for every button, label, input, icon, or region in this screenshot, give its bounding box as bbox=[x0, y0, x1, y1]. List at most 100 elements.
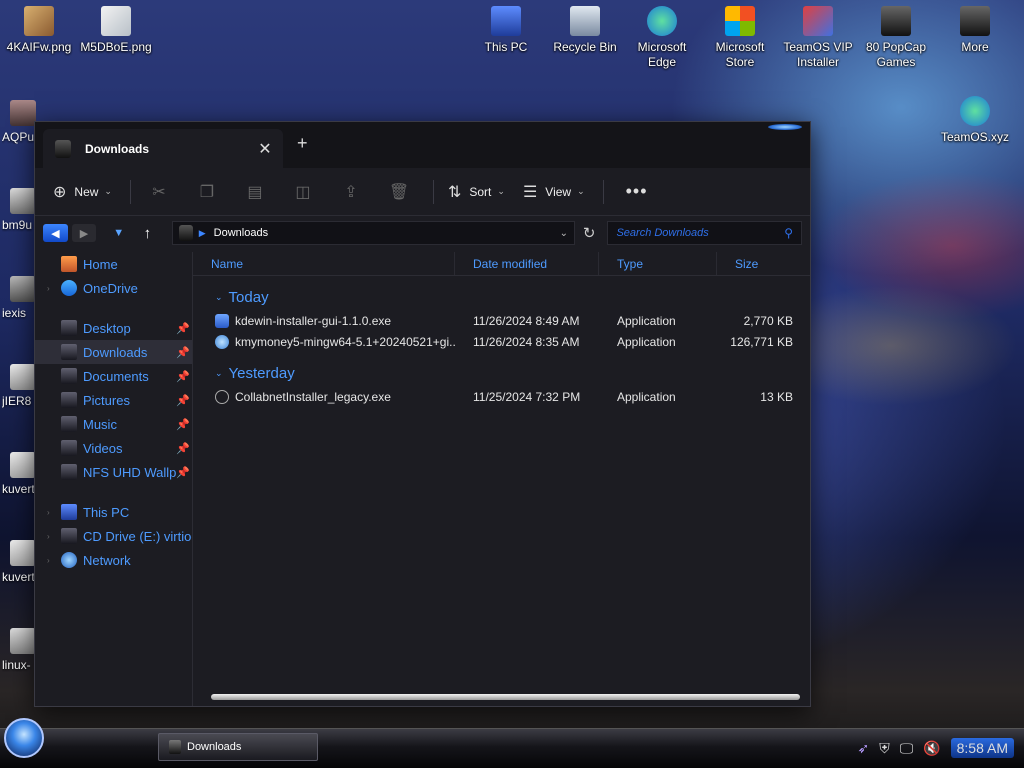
desktop-icon-label: 80 PopCap Games bbox=[865, 40, 927, 69]
kmymoney-app-icon bbox=[215, 334, 229, 349]
up-button[interactable]: ↑ bbox=[135, 224, 160, 242]
sidebar-item-music[interactable]: Music 📌 bbox=[35, 412, 192, 436]
chevron-down-icon[interactable]: ⌄ bbox=[560, 228, 568, 239]
edge-icon bbox=[960, 96, 990, 126]
desktop-icon-4kaifw[interactable]: 4KAIFw.png bbox=[0, 6, 78, 55]
desktop-icon-store[interactable]: Microsoft Store bbox=[701, 6, 779, 70]
image-file-icon bbox=[10, 188, 36, 214]
group-header-yesterday[interactable]: ⌄ Yesterday bbox=[193, 360, 810, 386]
new-button-label: New bbox=[74, 184, 99, 199]
sort-button[interactable]: ⇅ Sort ⌄ bbox=[448, 182, 505, 202]
downloads-folder-icon bbox=[61, 344, 77, 360]
file-row[interactable]: CollabnetInstaller_legacy.exe 11/25/2024… bbox=[193, 386, 810, 407]
sidebar-item-desktop[interactable]: Desktop 📌 bbox=[35, 316, 192, 340]
sort-button-label: Sort bbox=[469, 184, 492, 199]
address-bar[interactable]: ▶ Downloads ⌄ bbox=[171, 221, 575, 245]
videos-folder-icon bbox=[61, 440, 77, 456]
pin-icon: 📌 bbox=[176, 346, 190, 359]
desktop-icon-teamos-installer[interactable]: TeamOS VIP Installer bbox=[779, 6, 857, 70]
desktop-icon-more[interactable]: More bbox=[936, 6, 1014, 55]
sidebar-item-onedrive[interactable]: › OneDrive bbox=[35, 276, 192, 300]
security-icon[interactable]: ⛨ bbox=[879, 740, 890, 757]
refresh-button[interactable]: ↻ bbox=[575, 224, 603, 242]
view-button[interactable]: ☰ View ⌄ bbox=[523, 182, 585, 202]
image-file-icon bbox=[10, 452, 36, 478]
edge-icon bbox=[647, 6, 677, 36]
desktop-icon-recycle-bin[interactable]: Recycle Bin bbox=[546, 6, 624, 55]
desktop-icon-edge[interactable]: Microsoft Edge bbox=[623, 6, 701, 70]
sidebar-item-cd-drive[interactable]: › CD Drive (E:) virtio- bbox=[35, 524, 192, 548]
clock[interactable]: 8:58 AM bbox=[950, 738, 1014, 758]
start-button[interactable] bbox=[4, 718, 48, 766]
file-row[interactable]: kmymoney5-mingw64-5.1+20240521+gi... 11/… bbox=[193, 331, 810, 352]
arrow-left-icon: ◀ bbox=[51, 227, 60, 240]
file-date: 11/25/2024 7:32 PM bbox=[473, 389, 581, 404]
chevron-right-icon[interactable]: › bbox=[47, 556, 50, 565]
chevron-right-icon[interactable]: › bbox=[47, 508, 50, 517]
tab-downloads[interactable]: Downloads ✕ bbox=[43, 129, 283, 168]
file-icon bbox=[10, 628, 36, 654]
new-tab-button[interactable]: + bbox=[297, 133, 308, 154]
sidebar-item-documents[interactable]: Documents 📌 bbox=[35, 364, 192, 388]
onedrive-icon bbox=[61, 280, 77, 296]
recent-locations-button[interactable]: ▼ bbox=[106, 224, 131, 242]
file-name: kmymoney5-mingw64-5.1+20240521+gi... bbox=[235, 334, 455, 349]
desktop-icon-label: TeamOS.xyz bbox=[940, 130, 1009, 144]
sidebar-item-label: Home bbox=[83, 256, 118, 272]
column-headers: Name Date modified Type Size bbox=[193, 252, 810, 276]
games-icon bbox=[881, 6, 911, 36]
copy-button[interactable]: ❐ bbox=[193, 178, 221, 206]
close-tab-button[interactable]: ✕ bbox=[253, 139, 277, 159]
file-type: Application bbox=[617, 389, 676, 404]
more-options-button[interactable]: ••• bbox=[626, 181, 648, 202]
paste-button[interactable]: ▤ bbox=[241, 178, 269, 206]
image-file-icon bbox=[101, 6, 131, 36]
sidebar-item-pictures[interactable]: Pictures 📌 bbox=[35, 388, 192, 412]
music-folder-icon bbox=[61, 416, 77, 432]
file-row[interactable]: kdewin-installer-gui-1.1.0.exe 11/26/202… bbox=[193, 310, 810, 331]
delete-button[interactable]: 🗑 bbox=[385, 178, 413, 206]
column-header-size[interactable]: Size bbox=[717, 252, 793, 275]
column-header-date[interactable]: Date modified bbox=[455, 252, 599, 275]
search-box[interactable]: ⚲ bbox=[607, 221, 803, 245]
volume-muted-icon[interactable]: 🔇 bbox=[923, 740, 940, 757]
file-explorer-window: Downloads ✕ + ⊕ New ⌄ ✂ ❐ ▤ ◫ ⇪ 🗑 ⇅ Sort… bbox=[34, 121, 811, 707]
back-button[interactable]: ◀ bbox=[43, 224, 68, 242]
sidebar-item-this-pc[interactable]: › This PC bbox=[35, 500, 192, 524]
file-type: Application bbox=[617, 334, 676, 349]
column-header-type[interactable]: Type bbox=[599, 252, 717, 275]
view-button-label: View bbox=[545, 184, 572, 199]
forward-button[interactable]: ▶ bbox=[71, 224, 97, 242]
new-button[interactable]: ⊕ New ⌄ bbox=[53, 182, 112, 202]
sidebar-item-nfs-wallpapers[interactable]: NFS UHD Wallp 📌 bbox=[35, 460, 192, 484]
desktop-icon-m5dboe[interactable]: M5DBoE.png bbox=[77, 6, 155, 55]
desktop-icon-popcap[interactable]: 80 PopCap Games bbox=[857, 6, 935, 70]
sidebar-item-videos[interactable]: Videos 📌 bbox=[35, 436, 192, 460]
plus-circle-icon: ⊕ bbox=[53, 183, 67, 201]
sidebar-item-home[interactable]: Home bbox=[35, 252, 192, 276]
search-input[interactable] bbox=[616, 227, 785, 239]
clipboard-icon: ▤ bbox=[247, 183, 263, 201]
rename-button[interactable]: ◫ bbox=[289, 178, 317, 206]
toolbar-divider bbox=[602, 179, 604, 204]
chevron-right-icon[interactable]: › bbox=[47, 284, 50, 293]
feather-icon[interactable]: ➶ bbox=[857, 740, 869, 757]
share-button[interactable]: ⇪ bbox=[337, 178, 365, 206]
cut-button[interactable]: ✂ bbox=[145, 178, 173, 206]
folder-icon bbox=[178, 225, 193, 241]
chevron-down-icon: ▼ bbox=[113, 227, 125, 239]
network-tray-icon[interactable]: 🖵 bbox=[900, 740, 914, 757]
share-icon: ⇪ bbox=[344, 183, 358, 201]
sidebar-item-downloads[interactable]: Downloads 📌 bbox=[35, 340, 192, 364]
chevron-right-icon[interactable]: › bbox=[47, 532, 50, 541]
chevron-down-icon: ⌄ bbox=[104, 186, 112, 196]
group-header-today[interactable]: ⌄ Today bbox=[193, 284, 810, 310]
horizontal-scrollbar[interactable] bbox=[211, 694, 800, 700]
group-label: Today bbox=[228, 288, 269, 306]
column-header-name[interactable]: Name bbox=[193, 252, 455, 275]
desktop-icon-this-pc[interactable]: This PC bbox=[467, 6, 545, 55]
taskbar-item-downloads[interactable]: Downloads bbox=[158, 733, 318, 761]
sidebar-item-network[interactable]: › Network bbox=[35, 548, 192, 572]
desktop-icon-teamos-xyz[interactable]: TeamOS.xyz bbox=[936, 96, 1014, 145]
